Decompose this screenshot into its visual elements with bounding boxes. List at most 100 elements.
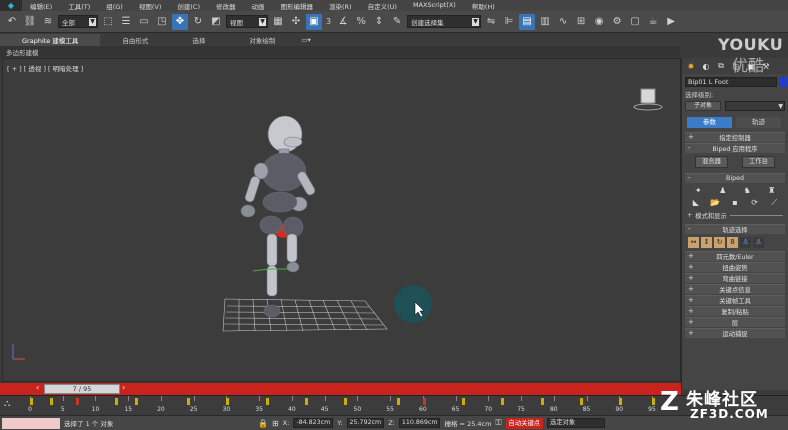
key-marker[interactable] (30, 398, 33, 405)
rollout-assign-controller[interactable]: + 指定控制器 (685, 132, 785, 142)
move-icon[interactable]: ✥ (172, 13, 188, 30)
rollout-quaternion-euler[interactable]: + 四元数/Euler (685, 251, 785, 261)
create-tab-icon[interactable]: ✹ (685, 60, 697, 72)
render-icon[interactable]: ☕ (645, 14, 661, 30)
mixer-mode-icon[interactable]: ♜ (766, 186, 778, 195)
rollout-twist-poses[interactable]: + 扭曲姿势 (685, 262, 785, 272)
spinner-snap-icon[interactable]: ⇕ (371, 14, 387, 30)
key-marker[interactable] (49, 398, 53, 405)
key-marker[interactable] (501, 398, 505, 405)
selected-object-dropdown[interactable]: 选定对象 (547, 418, 606, 428)
load-motion-icon[interactable]: ⟳ (749, 198, 761, 208)
motion-flow-icon[interactable]: ♞ (741, 186, 753, 195)
key-marker[interactable] (134, 398, 138, 405)
selection-filter-dropdown[interactable]: 全部 ▼ (58, 15, 98, 28)
rollout-motion-capture[interactable]: + 运动捕捉 (685, 328, 785, 338)
render-setup-icon[interactable]: ⚙ (609, 14, 625, 30)
tab-object-paint[interactable]: 对象绘制 (227, 35, 297, 45)
tab-parameters[interactable]: 参数 (687, 117, 732, 128)
render-production-icon[interactable]: ▶ (663, 14, 679, 30)
app-logo-icon[interactable]: ◆ (0, 0, 22, 11)
buffer-mode-icon[interactable]: ◣ (690, 198, 702, 208)
select-manipulate-icon[interactable]: ✣ (288, 14, 304, 30)
key-marker[interactable] (75, 398, 79, 405)
rect-selection-icon[interactable]: ▭ (136, 14, 152, 30)
hierarchy-tab-icon[interactable]: ⧉ (715, 60, 727, 72)
polygon-modeling-label[interactable]: 多边形建模 (6, 47, 39, 57)
key-marker[interactable] (187, 398, 191, 405)
select-by-name-icon[interactable]: ☰ (118, 14, 134, 30)
angle-snap-icon[interactable]: ∡ (335, 14, 351, 30)
named-selection-set-dropdown[interactable]: 创建选择集 ▼ (407, 15, 482, 28)
x-coord-field[interactable]: -84.823cm (293, 418, 334, 428)
z-coord-field[interactable]: 110.869cm (398, 418, 441, 428)
time-slider[interactable]: 7 / 95 (44, 384, 120, 394)
mirror-icon[interactable]: ⇋ (483, 14, 499, 30)
key-marker[interactable] (540, 398, 544, 405)
key-marker[interactable] (462, 398, 466, 405)
align-icon[interactable]: ⊫ (501, 14, 517, 30)
rollout-track-selection[interactable]: - 轨迹选择 (685, 224, 785, 234)
key-mode-icon[interactable]: ⚿ (495, 418, 501, 428)
key-marker[interactable] (265, 398, 269, 405)
object-color-swatch[interactable] (779, 77, 787, 87)
menu-edit[interactable]: 编辑(E) (22, 1, 60, 11)
body-horizontal-icon[interactable]: ↔ (688, 237, 699, 248)
lock-selection-icon[interactable]: 🔒 (258, 419, 268, 428)
menu-animation[interactable]: 动画 (244, 1, 273, 11)
key-marker[interactable] (619, 398, 623, 405)
sub-object-button[interactable]: 子对象 (685, 101, 722, 111)
mode-display-row[interactable]: + 模式和显示 (687, 211, 783, 220)
link-icon[interactable]: ⛓ (22, 14, 38, 30)
menu-modifiers[interactable]: 修改器 (208, 1, 244, 11)
ribbon-options-icon[interactable]: ▭▾ (297, 36, 314, 44)
rollout-layers[interactable]: + 层 (685, 317, 785, 327)
select-object-icon[interactable]: ⬚ (100, 14, 116, 30)
tab-trajectories[interactable]: 轨迹 (736, 117, 781, 128)
workbench-button[interactable]: 工作台 (742, 156, 775, 168)
mini-curve-editor-icon[interactable]: ⛬ (4, 399, 10, 409)
key-marker[interactable] (226, 398, 230, 405)
bind-spacewarp-icon[interactable]: ≋ (40, 14, 56, 30)
key-marker[interactable] (579, 398, 583, 405)
lock-com-icon[interactable]: 8 (727, 237, 738, 248)
absolute-mode-icon[interactable]: ⊞ (272, 419, 279, 428)
menu-customize[interactable]: 自定义(U) (360, 1, 405, 11)
open-file-icon[interactable]: 📂 (709, 198, 721, 208)
footstep-mode-icon[interactable]: ♟ (717, 186, 729, 195)
rendered-frame-icon[interactable]: ▢ (627, 14, 643, 30)
menu-help[interactable]: 帮助(H) (464, 1, 503, 11)
undo-icon[interactable]: ↶ (4, 14, 20, 30)
rotate-icon[interactable]: ↻ (190, 14, 206, 30)
modify-tab-icon[interactable]: ◐ (700, 60, 712, 72)
schematic-view-icon[interactable]: ⊞ (573, 14, 589, 30)
rollout-biped[interactable]: - Biped (685, 173, 785, 183)
tab-freeform[interactable]: 自由形式 (100, 35, 170, 45)
menu-group[interactable]: 组(G) (98, 1, 131, 11)
symmetrical-icon[interactable]: ♙ (740, 237, 751, 248)
pivot-center-icon[interactable]: ▦ (270, 14, 286, 30)
edit-named-sets-icon[interactable]: ✎ (389, 14, 405, 30)
menu-graph-editors[interactable]: 图形编辑器 (273, 1, 322, 11)
menu-rendering[interactable]: 渲染(R) (321, 1, 360, 11)
time-slider-track[interactable]: ‹ 7 / 95 › (0, 383, 681, 395)
keyboard-shortcut-icon[interactable]: ▣ (306, 13, 322, 30)
body-rotation-icon[interactable]: ↻ (714, 237, 725, 248)
rollout-biped-apps[interactable]: - Biped 应用程序 (685, 143, 785, 153)
snap-3d-icon[interactable]: 3 (324, 17, 333, 26)
tab-graphite-modeling[interactable]: Graphite 建模工具 (0, 34, 101, 46)
rollout-copy-paste[interactable]: + 复制/粘贴 (685, 306, 785, 316)
frame-ruler[interactable]: 0 5 10 15 20 25 30 35 40 45 50 55 60 65 70 75 80 85 90 95 (26, 396, 656, 416)
curve-editor-icon[interactable]: ∿ (555, 14, 571, 30)
scale-icon[interactable]: ◩ (208, 14, 224, 30)
key-marker[interactable] (344, 398, 348, 405)
object-name-field[interactable]: Bip01 L Foot (685, 77, 777, 87)
key-marker[interactable] (115, 398, 119, 405)
opposite-icon[interactable]: ♙ (753, 237, 764, 248)
rollout-keyframing-tools[interactable]: + 关键帧工具 (685, 295, 785, 305)
key-marker[interactable] (652, 398, 655, 405)
menu-views[interactable]: 视图(V) (131, 1, 170, 11)
graphite-toggle-icon[interactable]: ▥ (537, 14, 553, 30)
menu-create[interactable]: 创建(C) (169, 1, 208, 11)
mixer-button[interactable]: 混合器 (695, 156, 728, 168)
